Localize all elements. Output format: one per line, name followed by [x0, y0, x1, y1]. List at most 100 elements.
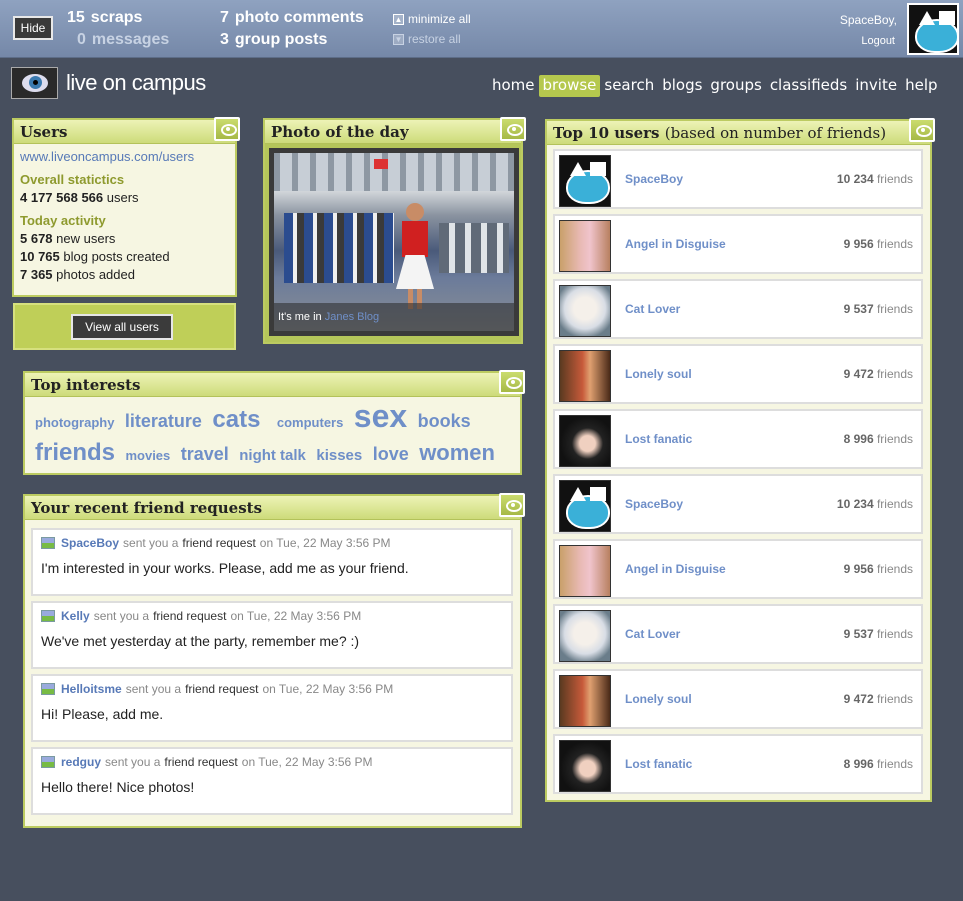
restore-icon: ▼ [393, 33, 404, 45]
top-user-row[interactable]: Cat Lover 9 537 friends [553, 604, 923, 664]
hide-button[interactable]: Hide [13, 16, 53, 40]
interest-tag[interactable]: computers [277, 415, 343, 430]
top-user-row[interactable]: Lonely soul 9 472 friends [553, 344, 923, 404]
top-user-row[interactable]: Angel in Disguise 9 956 friends [553, 539, 923, 599]
users-url-link[interactable]: www.liveoncampus.com/users [20, 148, 229, 166]
top-user-name[interactable]: Angel in Disguise [625, 237, 726, 251]
interest-tag[interactable]: night talk [239, 447, 306, 464]
top-users-panel-eye-icon[interactable] [909, 118, 935, 142]
top-user-name[interactable]: Lonely soul [625, 692, 692, 706]
group-posts-counter[interactable]: 3 group posts [220, 31, 327, 49]
nav-classifieds[interactable]: classifieds [766, 75, 851, 97]
request-link[interactable]: friend request [153, 609, 226, 623]
lost-fanatic-avatar[interactable] [559, 415, 611, 467]
photo-panel-eye-icon[interactable] [500, 117, 526, 141]
photo-of-the-day-image[interactable]: It's me in Janes Blog [274, 153, 514, 331]
messages-counter[interactable]: 0 messages [77, 31, 169, 49]
interests-panel-eye-icon[interactable] [499, 370, 525, 394]
top-user-name[interactable]: Lost fanatic [625, 432, 692, 446]
minimize-all-link[interactable]: ▲ minimize all [393, 12, 471, 26]
nav-blogs[interactable]: blogs [658, 75, 706, 97]
view-all-container: View all users [13, 303, 236, 350]
nav-browse[interactable]: browse [538, 75, 601, 97]
friends-label: friends [876, 302, 913, 316]
interest-tag[interactable]: travel [181, 444, 229, 464]
overall-users-unit: users [106, 190, 139, 205]
restore-all-link[interactable]: ▼ restore all [393, 32, 461, 46]
top-user-row[interactable]: Lost fanatic 8 996 friends [553, 409, 923, 469]
current-user-avatar[interactable] [907, 3, 959, 55]
top-interests-panel: Top interests photography literature cat… [23, 370, 525, 475]
minimize-all-label: minimize all [408, 12, 471, 26]
interest-tag[interactable]: cats [212, 406, 260, 433]
scraps-label: scraps [90, 9, 143, 26]
top-user-friends: 10 234 friends [837, 172, 913, 186]
users-panel-eye-icon[interactable] [214, 117, 240, 141]
lonely-soul-avatar[interactable] [559, 675, 611, 727]
restore-all-label: restore all [408, 32, 461, 46]
photo-caption-link[interactable]: Janes Blog [325, 311, 379, 323]
request-user-link[interactable]: redguy [61, 755, 101, 769]
top-user-name[interactable]: Lost fanatic [625, 757, 692, 771]
spaceboy-avatar[interactable] [559, 155, 611, 207]
site-logo[interactable]: live on campus [11, 67, 206, 99]
interest-tag[interactable]: women [419, 440, 495, 465]
requests-panel-title: Your recent friend requests [25, 496, 520, 520]
group-posts-count: 3 [220, 31, 229, 48]
request-sent-text: sent you a [125, 682, 182, 696]
interest-tag[interactable]: kisses [316, 447, 362, 464]
logout-link[interactable]: Logout [861, 35, 895, 47]
nav-invite[interactable]: invite [851, 75, 901, 97]
requests-panel-eye-icon[interactable] [499, 493, 525, 517]
interest-tag[interactable]: friends [35, 439, 115, 466]
top-users-panel: Top 10 users (based on number of friends… [545, 118, 935, 802]
nav-home[interactable]: home [488, 75, 539, 97]
angel-avatar[interactable] [559, 545, 611, 597]
interest-tag[interactable]: literature [125, 411, 202, 431]
interest-tag[interactable]: sex [354, 398, 407, 434]
friends-label: friends [876, 627, 913, 641]
interest-tag[interactable]: love [373, 444, 409, 464]
nav-help[interactable]: help [901, 75, 941, 97]
spaceboy-avatar[interactable] [559, 480, 611, 532]
friends-count: 9 956 [843, 562, 874, 576]
nav-search[interactable]: search [600, 75, 658, 97]
interest-tag[interactable]: movies [125, 448, 170, 463]
top-user-name[interactable]: Cat Lover [625, 302, 680, 316]
photo-icon [41, 683, 55, 695]
angel-avatar[interactable] [559, 220, 611, 272]
request-message: Hello there! Nice photos! [41, 779, 195, 795]
request-link[interactable]: friend request [164, 755, 237, 769]
lost-fanatic-avatar[interactable] [559, 740, 611, 792]
top-user-name[interactable]: Cat Lover [625, 627, 680, 641]
interest-tag[interactable]: books [418, 411, 471, 431]
top-user-row[interactable]: Angel in Disguise 9 956 friends [553, 214, 923, 274]
top-user-row[interactable]: SpaceBoy 10 234 friends [553, 474, 923, 534]
cat-lover-avatar[interactable] [559, 610, 611, 662]
request-user-link[interactable]: Helloitsme [61, 682, 122, 696]
top-user-row[interactable]: Lost fanatic 8 996 friends [553, 734, 923, 794]
cat-lover-avatar[interactable] [559, 285, 611, 337]
stat-blog-posts: 10 765 blog posts created [20, 248, 229, 266]
request-sent-text: sent you a [105, 755, 161, 769]
top-user-row[interactable]: Cat Lover 9 537 friends [553, 279, 923, 339]
top-user-name[interactable]: SpaceBoy [625, 497, 683, 511]
top-user-name[interactable]: SpaceBoy [625, 172, 683, 186]
friends-count: 9 472 [843, 692, 874, 706]
lonely-soul-avatar[interactable] [559, 350, 611, 402]
request-link[interactable]: friend request [185, 682, 258, 696]
request-user-link[interactable]: SpaceBoy [61, 536, 119, 550]
top-user-name[interactable]: Angel in Disguise [625, 562, 726, 576]
top-user-row[interactable]: SpaceBoy 10 234 friends [553, 149, 923, 209]
interest-tag[interactable]: photography [35, 415, 114, 430]
request-user-link[interactable]: Kelly [61, 609, 90, 623]
view-all-users-button[interactable]: View all users [71, 314, 173, 340]
photo-caption: It's me in Janes Blog [274, 303, 514, 331]
photo-comments-counter[interactable]: 7 photo comments [220, 9, 364, 27]
overall-users-stat: 4 177 568 566 users [20, 189, 229, 207]
request-link[interactable]: friend request [182, 536, 255, 550]
scraps-counter[interactable]: 15 scraps [67, 9, 142, 27]
nav-groups[interactable]: groups [706, 75, 765, 97]
top-user-name[interactable]: Lonely soul [625, 367, 692, 381]
top-user-row[interactable]: Lonely soul 9 472 friends [553, 669, 923, 729]
